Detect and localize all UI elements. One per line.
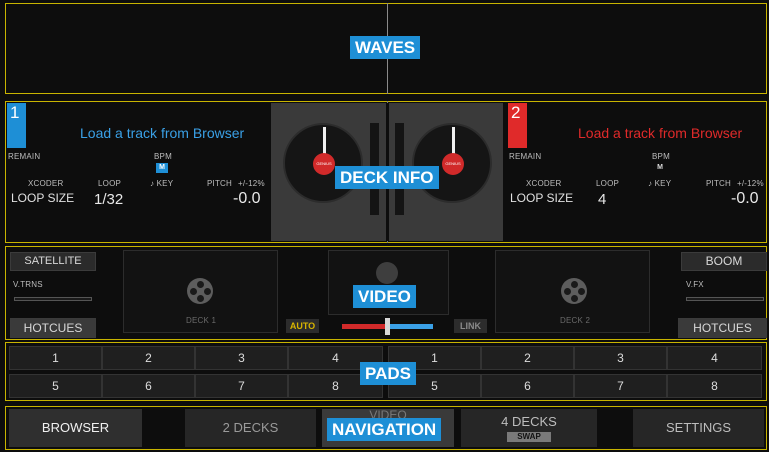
deck2-number-badge[interactable]: 2 [508, 103, 527, 148]
deck1-m-badge[interactable]: M [156, 163, 168, 173]
navigation-tag: NAVIGATION [327, 418, 442, 441]
left-pad-7[interactable]: 7 [195, 374, 288, 398]
auto-button[interactable]: AUTO [286, 319, 319, 333]
deck1-xcoder-label: XCODER [28, 179, 64, 188]
video-crossfader-handle[interactable] [385, 318, 390, 335]
deck1-jog-wheel[interactable]: GENIUS [283, 123, 363, 203]
left-pad-1[interactable]: 1 [9, 346, 102, 370]
four-decks-label: 4 DECKS [501, 414, 557, 429]
deck2-pitch-range: +/-12% [737, 179, 764, 188]
left-hotcues-button[interactable]: HOTCUES [10, 318, 96, 338]
deck2-m-badge[interactable]: M [654, 163, 666, 173]
vtrns-label: V.TRNS [13, 280, 43, 289]
deck1-loop-label: LOOP [98, 179, 122, 188]
master-film-reel-icon [376, 262, 398, 284]
deck2-loop-label: LOOP [596, 179, 620, 188]
deck1-load-text[interactable]: Load a track from Browser [80, 125, 244, 141]
deck-info-tag: DECK INFO [335, 166, 439, 189]
deck2-pitch-label: PITCH [706, 179, 731, 188]
deck1-loop-value[interactable]: 1/32 [94, 191, 123, 208]
deck2-xcoder-label: XCODER [526, 179, 562, 188]
swap-badge[interactable]: SWAP [507, 432, 551, 442]
deck1-platter-logo: GENIUS [316, 161, 332, 166]
deck2-pitch-value: -0.0 [731, 190, 759, 207]
right-pad-7[interactable]: 7 [574, 374, 667, 398]
deck1-pitch-label: PITCH [207, 179, 232, 188]
deck1-loop-size-label: LOOP SIZE [11, 191, 75, 205]
deck1-bpm-label: BPM [154, 152, 172, 161]
deck2-remain-label: REMAIN [509, 152, 542, 161]
right-pad-4[interactable]: 4 [667, 346, 762, 370]
video-crossfader-track-right[interactable] [389, 324, 433, 329]
vfx-label: V.FX [686, 280, 704, 289]
deck2-key-label: ♪ KEY [648, 179, 672, 188]
settings-button[interactable]: SETTINGS [633, 409, 764, 447]
right-hotcues-button[interactable]: HOTCUES [678, 318, 767, 338]
deck1-video-label: DECK 1 [186, 316, 217, 325]
video-tag: VIDEO [353, 285, 416, 308]
deck1-key-label: ♪ KEY [150, 179, 174, 188]
deck2-platter-logo: GENIUS [445, 161, 461, 166]
deck2-loop-size-label: LOOP SIZE [510, 191, 574, 205]
satellite-button[interactable]: SATELLITE [10, 252, 96, 271]
left-pad-5[interactable]: 5 [9, 374, 102, 398]
waves-tag: WAVES [350, 36, 421, 59]
boom-button[interactable]: BOOM [681, 252, 767, 271]
four-decks-button[interactable]: 4 DECKS SWAP [461, 409, 597, 447]
deck2-bpm-label: BPM [652, 152, 670, 161]
left-pad-2[interactable]: 2 [102, 346, 195, 370]
browser-button[interactable]: BROWSER [9, 409, 142, 447]
right-pad-3[interactable]: 3 [574, 346, 667, 370]
deck2-jog-wheel[interactable]: GENIUS [412, 123, 492, 203]
vfx-slider[interactable] [686, 297, 764, 301]
deck2-film-reel-icon [561, 278, 587, 304]
video-crossfader-track-left[interactable] [342, 324, 386, 329]
link-button[interactable]: LINK [454, 319, 487, 333]
deck2-video-label: DECK 2 [560, 316, 591, 325]
right-pad-8[interactable]: 8 [667, 374, 762, 398]
right-pad-6[interactable]: 6 [481, 374, 574, 398]
deck1-pitch-value: -0.0 [233, 190, 261, 207]
left-pad-6[interactable]: 6 [102, 374, 195, 398]
deck1-film-reel-icon [187, 278, 213, 304]
deck1-number-badge[interactable]: 1 [7, 103, 26, 148]
two-decks-button[interactable]: 2 DECKS [185, 409, 316, 447]
left-pad-3[interactable]: 3 [195, 346, 288, 370]
deck1-pitch-range: +/-12% [238, 179, 265, 188]
pads-tag: PADS [360, 362, 416, 385]
vtrns-slider[interactable] [14, 297, 92, 301]
right-pad-2[interactable]: 2 [481, 346, 574, 370]
deck1-remain-label: REMAIN [8, 152, 41, 161]
deck2-load-text[interactable]: Load a track from Browser [578, 125, 742, 141]
deck2-loop-value[interactable]: 4 [598, 191, 606, 208]
